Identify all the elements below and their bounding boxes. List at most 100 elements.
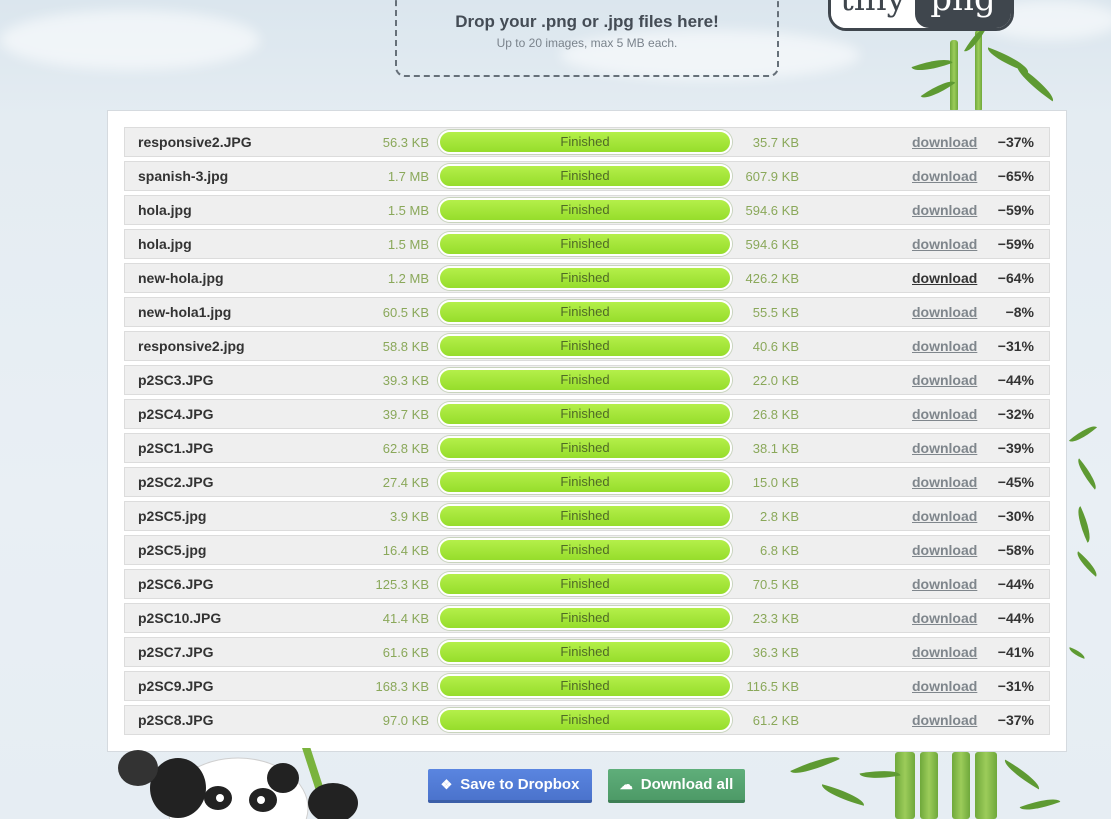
saving-percent: −45% [997, 474, 1034, 490]
download-link[interactable]: download [912, 338, 977, 354]
original-size: 56.3 KB [382, 135, 429, 150]
original-size: 27.4 KB [382, 475, 429, 490]
download-link[interactable]: download [912, 576, 977, 592]
compressed-size: 36.3 KB [752, 645, 799, 660]
progress-bar: Finished [438, 640, 732, 664]
file-name: p2SC1.JPG [138, 440, 214, 456]
download-all-button[interactable]: ☁ Download all [608, 769, 745, 803]
progress-status: Finished [560, 338, 610, 353]
file-name: new-hola1.jpg [138, 304, 232, 320]
progress-bar: Finished [438, 130, 732, 154]
saving-percent: −39% [997, 440, 1034, 456]
file-name: hola.jpg [138, 236, 192, 252]
logo-text-left: tiny [831, 0, 915, 28]
progress-status: Finished [560, 678, 610, 693]
progress-status: Finished [560, 508, 610, 523]
original-size: 1.2 MB [387, 271, 429, 286]
progress-status: Finished [560, 134, 610, 149]
saving-percent: −30% [997, 508, 1034, 524]
original-size: 3.9 KB [389, 509, 429, 524]
download-link[interactable]: download [912, 304, 977, 320]
progress-status: Finished [560, 202, 610, 217]
file-row: p2SC5.jpg 3.9 KB Finished 2.8 KB download −30… [124, 501, 1050, 531]
download-link[interactable]: download [912, 542, 977, 558]
saving-percent: −37% [997, 712, 1034, 728]
saving-percent: −44% [997, 576, 1034, 592]
original-size: 1.7 MB [387, 169, 429, 184]
progress-status: Finished [560, 270, 610, 285]
file-name: new-hola.jpg [138, 270, 224, 286]
saving-percent: −59% [997, 236, 1034, 252]
download-link[interactable]: download [912, 440, 977, 456]
progress-status: Finished [560, 236, 610, 251]
progress-status: Finished [560, 474, 610, 489]
download-link[interactable]: download [912, 134, 977, 150]
saving-percent: −65% [997, 168, 1034, 184]
download-link[interactable]: download [912, 406, 977, 422]
dropbox-icon: ❖ [440, 776, 453, 792]
progress-bar: Finished [438, 538, 732, 562]
progress-bar: Finished [438, 504, 732, 528]
compressed-size: 26.8 KB [752, 407, 799, 422]
download-link[interactable]: download [912, 236, 977, 252]
progress-bar: Finished [438, 470, 732, 494]
progress-bar: Finished [438, 164, 732, 188]
file-row: p2SC10.JPG 41.4 KB Finished 23.3 KB download… [124, 603, 1050, 633]
saving-percent: −37% [997, 134, 1034, 150]
download-link[interactable]: download [912, 508, 977, 524]
download-link[interactable]: download [912, 610, 977, 626]
original-size: 39.7 KB [382, 407, 429, 422]
file-row: spanish-3.jpg 1.7 MB Finished 607.9 KB downl… [124, 161, 1050, 191]
original-size: 1.5 MB [387, 203, 429, 218]
progress-bar: Finished [438, 572, 732, 596]
saving-percent: −44% [997, 610, 1034, 626]
download-link[interactable]: download [912, 270, 977, 286]
file-row: p2SC5.jpg 16.4 KB Finished 6.8 KB download −5… [124, 535, 1050, 565]
download-link[interactable]: download [912, 712, 977, 728]
file-name: p2SC6.JPG [138, 576, 214, 592]
panda-mascot [118, 748, 358, 819]
progress-status: Finished [560, 406, 610, 421]
compressed-size: 15.0 KB [752, 475, 799, 490]
file-row: p2SC7.JPG 61.6 KB Finished 36.3 KB download −… [124, 637, 1050, 667]
download-link[interactable]: download [912, 202, 977, 218]
saving-percent: −31% [997, 678, 1034, 694]
progress-bar: Finished [438, 266, 732, 290]
original-size: 62.8 KB [382, 441, 429, 456]
original-size: 39.3 KB [382, 373, 429, 388]
save-to-dropbox-button[interactable]: ❖ Save to Dropbox [428, 769, 592, 803]
file-row: hola.jpg 1.5 MB Finished 594.6 KB download −5… [124, 195, 1050, 225]
download-link[interactable]: download [912, 474, 977, 490]
progress-status: Finished [560, 372, 610, 387]
download-link[interactable]: download [912, 678, 977, 694]
download-link[interactable]: download [912, 168, 977, 184]
logo-text-right: png [915, 0, 1011, 28]
file-name: spanish-3.jpg [138, 168, 229, 184]
compressed-size: 607.9 KB [745, 169, 800, 184]
progress-bar: Finished [438, 606, 732, 630]
download-link[interactable]: download [912, 644, 977, 660]
download-link[interactable]: download [912, 372, 977, 388]
compressed-size: 23.3 KB [752, 611, 799, 626]
results-panel: responsive2.JPG 56.3 KB Finished 35.7 KB dow… [107, 110, 1067, 752]
progress-status: Finished [560, 610, 610, 625]
file-name: p2SC3.JPG [138, 372, 214, 388]
tinypng-logo[interactable]: tiny png [828, 0, 1014, 31]
compressed-size: 40.6 KB [752, 339, 799, 354]
compressed-size: 594.6 KB [745, 237, 800, 252]
progress-status: Finished [560, 440, 610, 455]
compressed-size: 594.6 KB [745, 203, 800, 218]
drop-zone-subtitle: Up to 20 images, max 5 MB each. [496, 36, 678, 50]
progress-bar: Finished [438, 334, 732, 358]
file-name: p2SC5.jpg [138, 542, 207, 558]
file-name: p2SC5.jpg [138, 508, 207, 524]
compressed-size: 61.2 KB [752, 713, 799, 728]
download-all-label: Download all [640, 776, 734, 793]
progress-bar: Finished [438, 300, 732, 324]
file-drop-zone[interactable]: Drop your .png or .jpg files here! Up to… [395, 0, 779, 77]
progress-bar: Finished [438, 368, 732, 392]
cloud-download-icon: ☁ [619, 776, 633, 792]
compressed-size: 2.8 KB [759, 509, 799, 524]
file-row: p2SC3.JPG 39.3 KB Finished 22.0 KB download −… [124, 365, 1050, 395]
compressed-size: 426.2 KB [745, 271, 800, 286]
